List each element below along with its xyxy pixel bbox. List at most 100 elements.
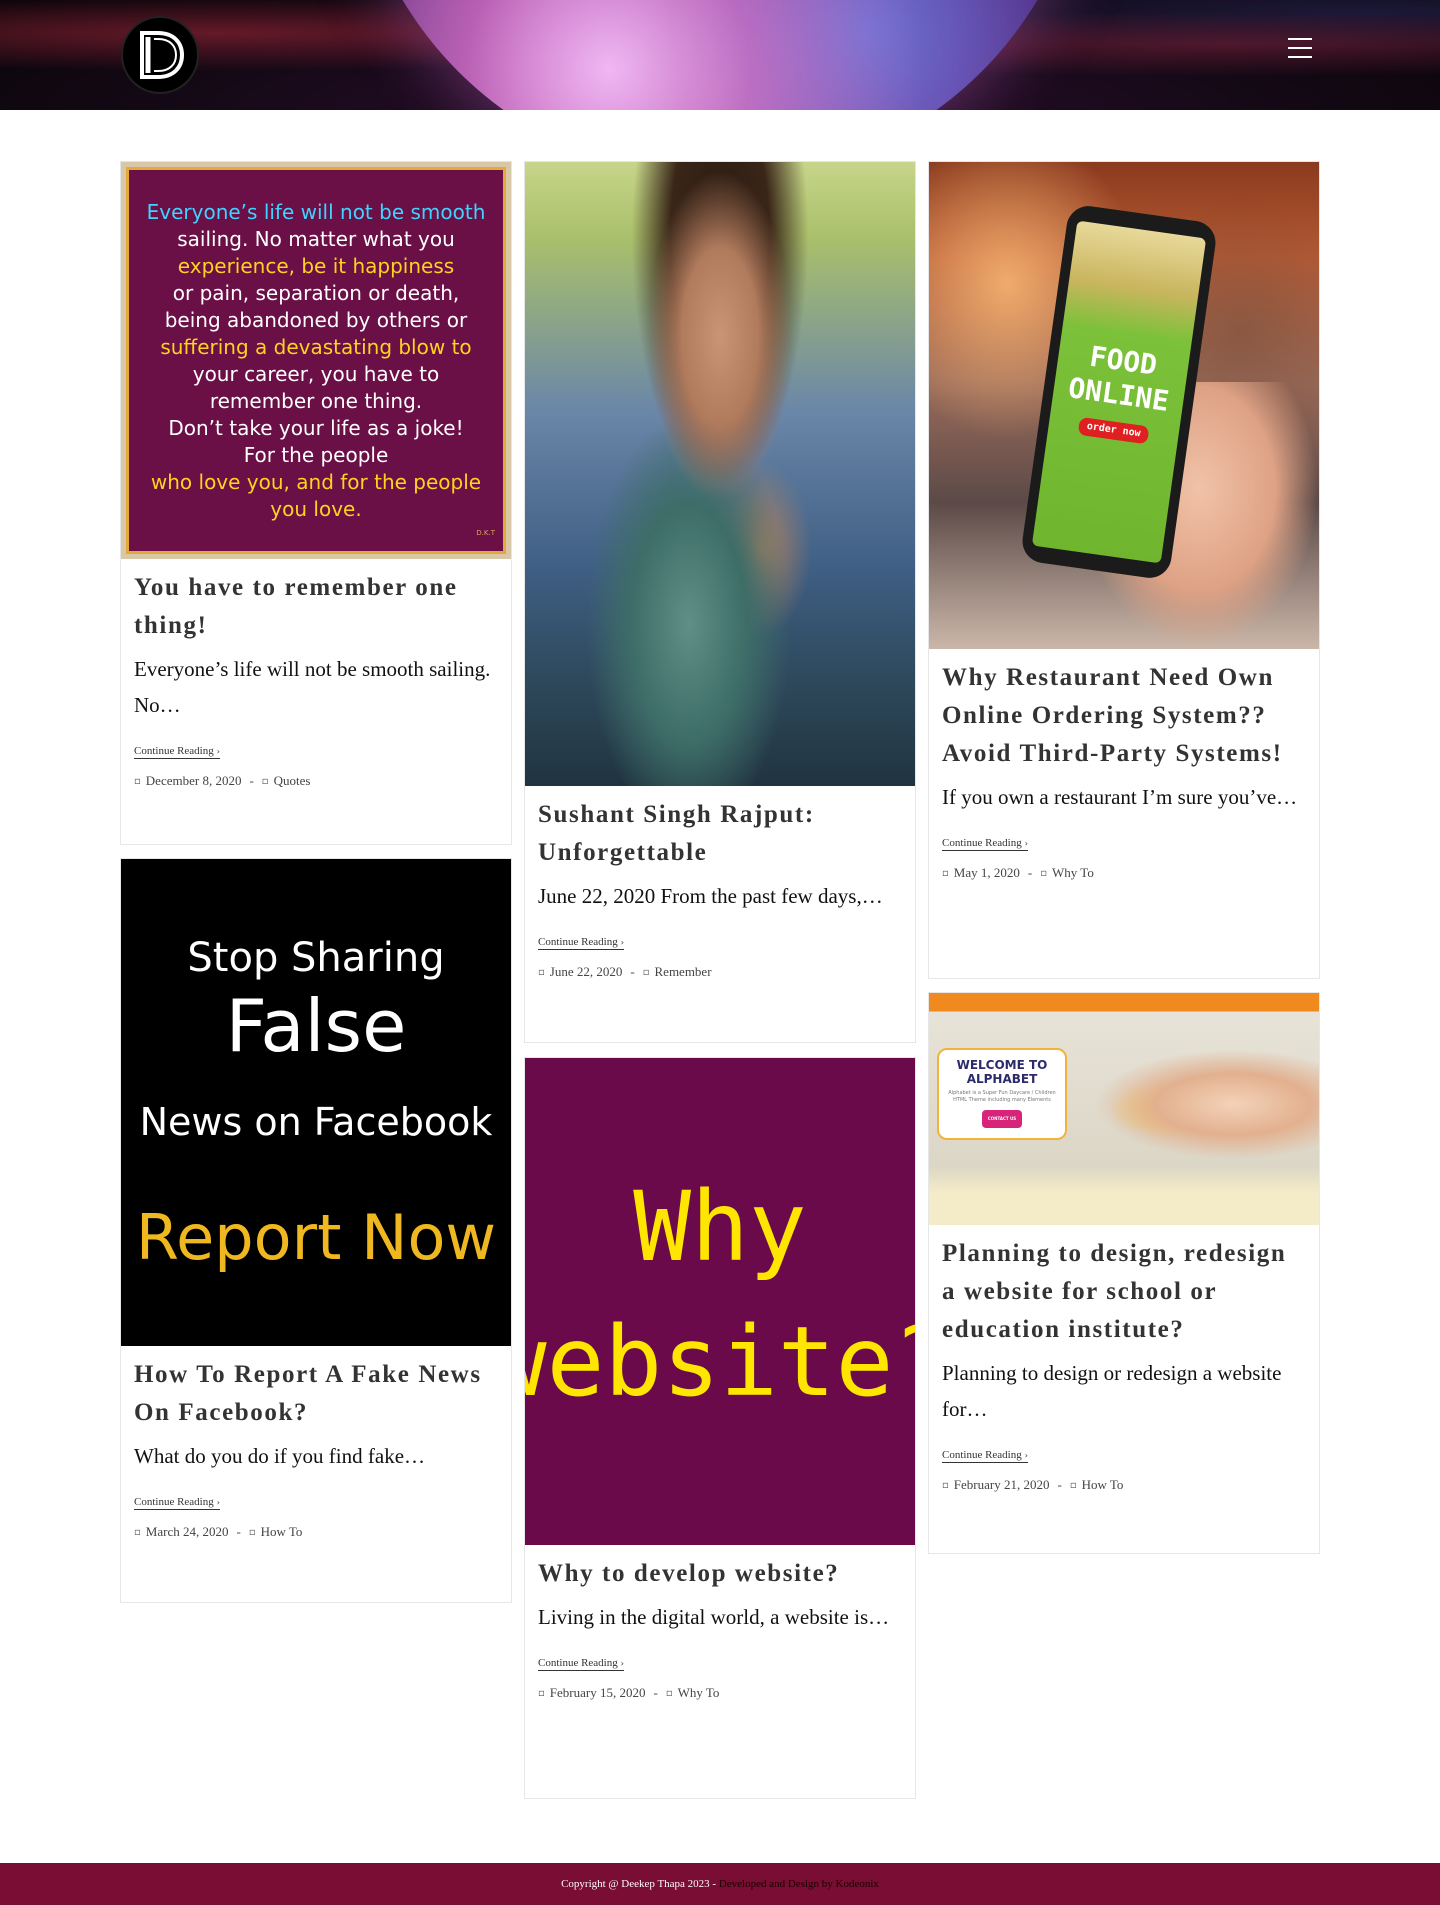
image-text: Alphabet is a Super Fun Daycare / Childr… <box>948 1090 1056 1103</box>
post-title[interactable]: Sushant Singh Rajput: Unforgettable <box>538 796 902 872</box>
image-text: CONTACT US <box>981 1110 1023 1128</box>
image-text: ONLINE <box>1066 371 1172 418</box>
folder-icon: ▫ <box>1040 867 1047 879</box>
continue-reading-link[interactable]: Continue Reading › <box>942 1449 1028 1463</box>
post-meta: ▫ June 22, 2020 - ▫ Remember <box>538 964 902 980</box>
image-text: Report Now <box>135 1200 497 1274</box>
menu-bar <box>1288 47 1312 49</box>
quote-line: For the people <box>243 442 389 467</box>
post-title[interactable]: Why Restaurant Need Own Online Ordering … <box>942 659 1306 773</box>
post-card: Why website? Why to develop website? Liv… <box>524 1057 916 1799</box>
quote-line: your career, you have to <box>192 361 440 386</box>
quote-line: Don’t take your life as a joke! <box>168 415 464 440</box>
post-title[interactable]: Why to develop website? <box>538 1555 902 1593</box>
logo-d-icon <box>140 31 185 79</box>
chevron-right-icon: › <box>1024 1451 1028 1460</box>
post-excerpt: If you own a restaurant I’m sure you’ve… <box>942 785 1298 809</box>
chevron-right-icon: › <box>1024 839 1028 848</box>
image-text: Stop Sharing <box>187 934 445 981</box>
menu-bar <box>1288 38 1312 40</box>
site-logo[interactable] <box>121 16 199 94</box>
continue-reading-link[interactable]: Continue Reading › <box>538 1657 624 1671</box>
folder-icon: ▫ <box>642 966 650 978</box>
meta-separator: - <box>249 773 254 788</box>
continue-reading-label: Continue Reading <box>134 1496 214 1508</box>
post-card: Everyone’s life will not be smooth saili… <box>120 161 512 845</box>
post-card: Stop Sharing False News on Facebook Repo… <box>120 858 512 1603</box>
post-date: February 21, 2020 <box>953 1477 1050 1492</box>
quote-line: or pain, separation or death, <box>172 280 460 305</box>
quote-line: remember one thing. <box>209 388 423 413</box>
quote-line: Everyone’s life will not be smooth <box>146 199 486 224</box>
folder-icon: ▫ <box>248 1526 256 1538</box>
image-text: WELCOME TO ALPHABET <box>956 1058 1048 1086</box>
continue-reading-label: Continue Reading <box>942 1449 1022 1461</box>
meta-separator: - <box>1027 865 1033 880</box>
image-text: Why <box>633 1170 807 1283</box>
post-image-link[interactable]: Stop Sharing False News on Facebook Repo… <box>121 859 511 1346</box>
menu-bar <box>1288 56 1312 58</box>
meta-separator: - <box>1057 1477 1062 1492</box>
calendar-icon: ▫ <box>134 1526 141 1538</box>
post-image-link[interactable]: Why website? <box>525 1058 915 1545</box>
continue-reading-label: Continue Reading <box>134 745 214 757</box>
calendar-icon: ▫ <box>134 775 141 787</box>
post-title[interactable]: How To Report A Fake News On Facebook? <box>134 1356 498 1432</box>
post-category-link[interactable]: Why To <box>678 1685 720 1701</box>
post-date: March 24, 2020 <box>145 1524 229 1539</box>
post-meta: ▫ March 24, 2020 - ▫ How To <box>134 1524 498 1540</box>
developer-link[interactable]: Developed and Design by Kodeonix <box>719 1878 879 1890</box>
folder-icon: ▫ <box>1069 1479 1077 1491</box>
continue-reading-link[interactable]: Continue Reading › <box>942 837 1028 851</box>
image-text: News on Facebook <box>139 1099 493 1144</box>
post-date: February 15, 2020 <box>549 1685 646 1700</box>
calendar-icon: ▫ <box>538 1687 545 1699</box>
site-footer: Copyright @ Deekep Thapa 2023 - Develope… <box>0 1863 1440 1905</box>
welcome-banner: WELCOME TO ALPHABET Alphabet is a Super … <box>937 1048 1067 1140</box>
quote-line: being abandoned by others or <box>164 307 468 332</box>
continue-reading-link[interactable]: Continue Reading › <box>538 936 624 950</box>
chevron-right-icon: › <box>620 938 624 947</box>
folder-icon: ▫ <box>261 775 269 787</box>
image-text: website? <box>525 1305 915 1418</box>
quote-line: suffering a devastating blow to <box>160 334 472 359</box>
post-image-link[interactable] <box>525 162 915 786</box>
continue-reading-link[interactable]: Continue Reading › <box>134 745 220 759</box>
calendar-icon: ▫ <box>538 966 545 978</box>
why-website-image: Why website? <box>525 1058 915 1545</box>
school-website-image: WELCOME TO ALPHABET Alphabet is a Super … <box>929 993 1319 1225</box>
image-text: False <box>225 983 407 1068</box>
quote-signature: D.K.T <box>476 529 495 537</box>
post-excerpt: What do you do if you find fake… <box>134 1444 426 1468</box>
post-category-link[interactable]: Quotes <box>274 773 311 789</box>
folder-icon: ▫ <box>665 1687 673 1699</box>
meta-separator: - <box>630 964 635 979</box>
post-excerpt: Living in the digital world, a website i… <box>538 1605 890 1629</box>
post-meta: ▫ February 15, 2020 - ▫ Why To <box>538 1685 902 1701</box>
post-excerpt: Planning to design or redesign a website… <box>942 1361 1282 1421</box>
post-image-link[interactable]: FOOD ONLINE order now <box>929 162 1319 649</box>
continue-reading-link[interactable]: Continue Reading › <box>134 1496 220 1510</box>
hamburger-menu-icon[interactable] <box>1288 38 1312 58</box>
chevron-right-icon: › <box>216 1498 220 1507</box>
post-image-link[interactable]: Everyone’s life will not be smooth saili… <box>121 162 511 559</box>
post-category-link[interactable]: Why To <box>1052 865 1094 881</box>
quote-line: sailing. No matter what you <box>177 226 455 251</box>
quote-line: experience, be it happiness <box>177 253 455 278</box>
post-meta: ▫ February 21, 2020 - ▫ How To <box>942 1477 1306 1493</box>
site-header <box>0 0 1440 110</box>
post-date: June 22, 2020 <box>549 964 623 979</box>
quote-image-text: Everyone’s life will not be smooth saili… <box>126 167 506 554</box>
post-category-link[interactable]: How To <box>1082 1477 1124 1493</box>
post-image-link[interactable]: WELCOME TO ALPHABET Alphabet is a Super … <box>929 993 1319 1225</box>
quote-line: you love. <box>270 496 362 521</box>
post-category-link[interactable]: How To <box>261 1524 303 1540</box>
calendar-icon: ▫ <box>942 867 949 879</box>
post-title[interactable]: You have to remember one thing! <box>134 569 498 645</box>
post-category-link[interactable]: Remember <box>655 964 712 980</box>
meta-separator: - <box>236 1524 241 1539</box>
post-excerpt: June 22, 2020 From the past few days,… <box>538 884 883 908</box>
continue-reading-label: Continue Reading <box>538 936 618 948</box>
sushant-portrait-image <box>525 162 915 786</box>
post-title[interactable]: Planning to design, redesign a website f… <box>942 1235 1306 1349</box>
